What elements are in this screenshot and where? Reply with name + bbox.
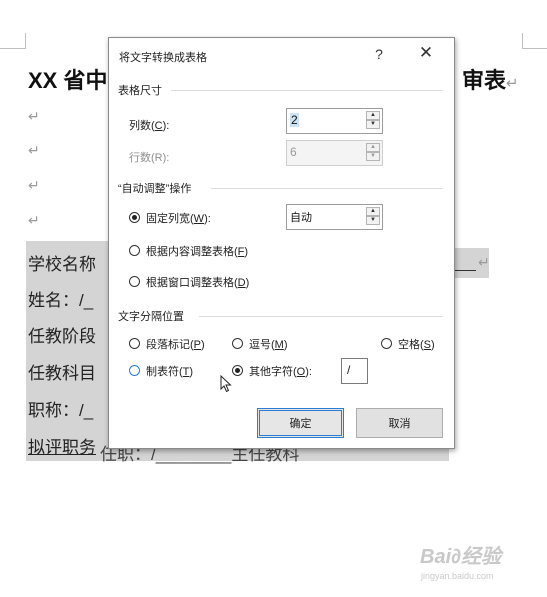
dialog-title: 将文字转换成表格 xyxy=(119,52,207,64)
fixed-width-label[interactable]: 固定列宽(W): xyxy=(146,210,211,226)
sep-paragraph-label[interactable]: 段落标记(P) xyxy=(146,336,205,352)
spin-down-icon[interactable]: ▼ xyxy=(366,216,380,225)
page-corner-right xyxy=(522,33,547,49)
fixed-width-spinner[interactable]: 自动 ▲ ▼ xyxy=(286,204,383,230)
spin-down-icon: ▼ xyxy=(366,152,380,161)
paragraph-mark: ↵ xyxy=(28,177,40,193)
columns-spinner[interactable]: 2 ▲ ▼ xyxy=(286,108,383,134)
doc-line-stage: 任教阶段 xyxy=(28,327,96,346)
mouse-pointer-icon xyxy=(220,375,232,393)
spin-up-icon[interactable]: ▲ xyxy=(366,111,380,120)
doc-line-position: 拟评职务 xyxy=(28,438,96,457)
group-divider xyxy=(199,316,443,317)
fit-content-label[interactable]: 根据内容调整表格(F) xyxy=(146,243,248,259)
watermark-logo: Bai∂经验 xyxy=(420,546,502,568)
fit-window-label[interactable]: 根据窗口调整表格(D) xyxy=(146,274,249,290)
rows-spinner: 6 ▲ ▼ xyxy=(286,140,383,166)
doc-line-name: 姓名：/_ xyxy=(28,291,94,310)
paragraph-mark: ↵ xyxy=(28,108,40,124)
columns-value[interactable]: 2 xyxy=(290,113,299,127)
other-char-value[interactable]: / xyxy=(347,363,350,377)
group-separator: 文字分隔位置 xyxy=(118,311,184,323)
page-corner-left xyxy=(0,33,26,49)
sep-comma-radio[interactable] xyxy=(232,338,243,349)
fixed-width-value[interactable]: 自动 xyxy=(290,209,312,225)
sep-tab-label[interactable]: 制表符(T) xyxy=(146,363,193,379)
group-autofit: “自动调整”操作 xyxy=(118,183,192,195)
close-icon[interactable]: ✕ xyxy=(415,43,437,63)
underline-field xyxy=(452,270,476,271)
document-title-end: 审表↵ xyxy=(462,68,519,93)
group-divider xyxy=(171,90,443,91)
sep-space-radio[interactable] xyxy=(381,338,392,349)
document-title: XX 省中 xyxy=(28,68,108,93)
sep-tab-radio[interactable] xyxy=(129,365,140,376)
spin-down-icon[interactable]: ▼ xyxy=(366,120,380,129)
doc-line-subject: 任教科目 xyxy=(28,364,96,383)
ok-button[interactable]: 确定 xyxy=(257,408,344,438)
sep-paragraph-radio[interactable] xyxy=(129,338,140,349)
convert-text-to-table-dialog: 将文字转换成表格 ? ✕ 表格尺寸 列数(C): 2 ▲ ▼ 行数(R): 6 … xyxy=(108,37,455,449)
fixed-width-radio[interactable] xyxy=(129,212,140,223)
sep-other-radio[interactable] xyxy=(232,365,243,376)
sep-space-label[interactable]: 空格(S) xyxy=(398,336,435,352)
sep-other-label[interactable]: 其他字符(O): xyxy=(249,363,312,379)
rows-value: 6 xyxy=(290,145,297,159)
cancel-button[interactable]: 取消 xyxy=(356,408,443,438)
paragraph-mark: ↵ xyxy=(28,142,40,158)
columns-label: 列数(C): xyxy=(129,120,170,132)
help-button[interactable]: ? xyxy=(369,46,389,62)
paragraph-mark: ↵ xyxy=(28,212,40,228)
doc-line-school: 学校名称 xyxy=(28,255,96,274)
paragraph-mark: ↵ xyxy=(478,254,490,270)
sep-comma-label[interactable]: 逗号(M) xyxy=(249,336,288,352)
doc-line-title: 职称：/_ xyxy=(28,401,94,420)
group-divider xyxy=(211,188,443,189)
other-char-input[interactable]: / xyxy=(341,358,368,384)
spin-up-icon: ▲ xyxy=(366,143,380,152)
watermark-url: jingyan.baidu.com xyxy=(421,571,494,581)
fit-content-radio[interactable] xyxy=(129,245,140,256)
spin-up-icon[interactable]: ▲ xyxy=(366,207,380,216)
group-table-size: 表格尺寸 xyxy=(118,85,162,97)
rows-label: 行数(R): xyxy=(129,152,170,164)
fit-window-radio[interactable] xyxy=(129,276,140,287)
